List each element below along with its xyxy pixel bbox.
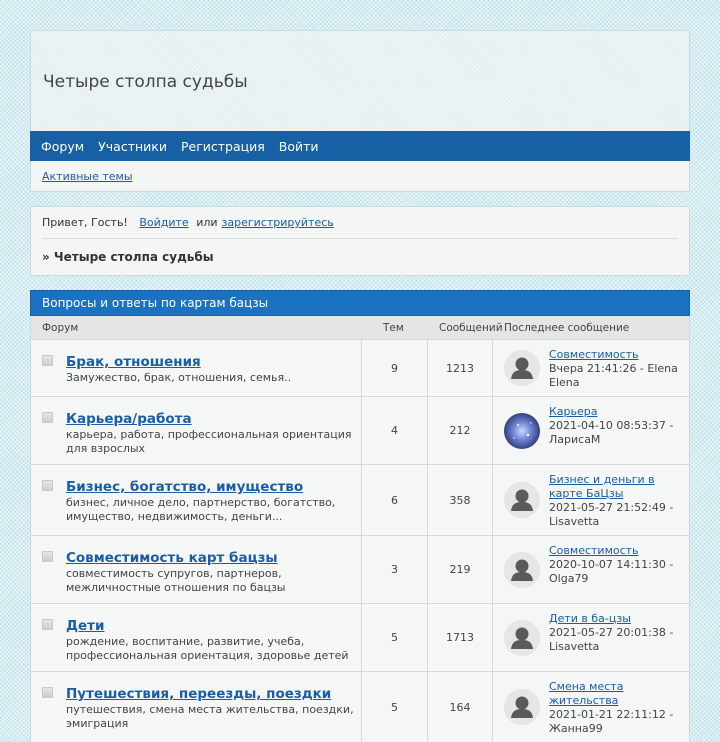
page-wrapper: Четыре столпа судьбы Форум Участники Рег…	[30, 30, 690, 742]
posts-count: 1713	[428, 604, 493, 671]
site-header: Четыре столпа судьбы	[30, 30, 690, 131]
nav-members[interactable]: Участники	[98, 139, 167, 154]
last-post-meta: 2021-05-27 20:01:38 - Lisavetta	[549, 626, 674, 653]
last-post-cell: Совместимость Вчера 21:41:26 - Elena Ele…	[493, 340, 689, 396]
last-post-link[interactable]: Совместимость	[549, 348, 685, 362]
last-post-meta: Вчера 21:41:26 - Elena Elena	[549, 362, 678, 389]
last-post-cell: Бизнес и деньги в карте БаЦзы 2021-05-27…	[493, 465, 689, 535]
last-post-link[interactable]: Бизнес и деньги в карте БаЦзы	[549, 473, 685, 501]
forum-description: путешествия, смена места жительства, пое…	[66, 703, 354, 730]
forum-cell: Карьера/работа карьера, работа, професси…	[31, 397, 362, 464]
forum-title-link[interactable]: Дети	[66, 618, 361, 634]
welcome-line: Привет, Гость! Войдите или зарегистрируй…	[42, 207, 678, 239]
forum-row: Совместимость карт бацзы совместимость с…	[30, 535, 690, 603]
site-title: Четыре столпа судьбы	[43, 72, 248, 92]
forum-list: Брак, отношения Замужество, брак, отноше…	[30, 339, 690, 742]
col-topics: Тем	[383, 321, 404, 334]
nav-forum[interactable]: Форум	[41, 139, 84, 154]
forum-cell: Бизнес, богатство, имущество бизнес, лич…	[31, 465, 362, 535]
posts-count: 219	[428, 536, 493, 603]
col-forum: Форум	[42, 321, 79, 334]
topics-count: 6	[362, 465, 428, 535]
topics-count: 4	[362, 397, 428, 464]
default-avatar-icon[interactable]	[504, 350, 540, 386]
default-avatar-icon[interactable]	[504, 619, 540, 656]
default-avatar-icon[interactable]	[504, 482, 540, 518]
forum-title-link[interactable]: Карьера/работа	[66, 411, 361, 427]
period-text: .	[329, 216, 334, 229]
col-posts: Сообщений	[439, 321, 503, 334]
forum-cell: Брак, отношения Замужество, брак, отноше…	[31, 340, 362, 396]
topics-count: 9	[362, 340, 428, 396]
forum-title-link[interactable]: Брак, отношения	[66, 354, 361, 370]
forum-title-link[interactable]: Бизнес, богатство, имущество	[66, 479, 361, 495]
forum-description: Замужество, брак, отношения, семья..	[66, 371, 292, 384]
topics-count: 3	[362, 536, 428, 603]
last-post-cell: Совместимость 2020-10-07 14:11:30 - Olga…	[493, 536, 689, 603]
last-post-link[interactable]: Смена места жительства	[549, 680, 685, 708]
forum-cell: Совместимость карт бацзы совместимость с…	[31, 536, 362, 603]
forum-status-icon	[42, 412, 53, 423]
forum-title-link[interactable]: Путешествия, переезды, поездки	[66, 686, 361, 702]
active-topics-link[interactable]: Активные темы	[42, 170, 133, 183]
last-post-meta: 2021-05-27 21:52:49 - Lisavetta	[549, 501, 674, 528]
last-post-cell: Карьера 2021-04-10 08:53:37 - ЛарисаМ	[493, 397, 689, 464]
posts-count: 358	[428, 465, 493, 535]
last-post-link[interactable]: Карьера	[549, 405, 685, 419]
register-link[interactable]: зарегистрируйтесь	[222, 216, 334, 229]
forum-row: Дети рождение, воспитание, развитие, уче…	[30, 603, 690, 671]
posts-count: 1213	[428, 340, 493, 396]
forum-row: Брак, отношения Замужество, брак, отноше…	[30, 339, 690, 396]
last-post-cell: Дети в ба-цзы 2021-05-27 20:01:38 - Lisa…	[493, 604, 689, 671]
nav-register[interactable]: Регистрация	[181, 139, 265, 154]
galaxy-avatar-image[interactable]	[504, 412, 540, 449]
forum-row: Путешествия, переезды, поездки путешеств…	[30, 671, 690, 742]
posts-count: 164	[428, 672, 493, 742]
last-post-cell: Смена места жительства 2021-01-21 22:11:…	[493, 672, 689, 742]
greeting-text: Привет, Гость!	[42, 216, 128, 229]
last-post-meta: 2020-10-07 14:11:30 - Olga79	[549, 558, 674, 585]
col-last-post: Последнее сообщение	[504, 321, 630, 334]
forum-description: карьера, работа, профессиональная ориент…	[66, 428, 352, 455]
forum-status-icon	[42, 687, 53, 698]
breadcrumb: » Четыре столпа судьбы	[42, 250, 214, 264]
forum-description: бизнес, личное дело, партнерство, богатс…	[66, 496, 336, 523]
welcome-box: Привет, Гость! Войдите или зарегистрируй…	[30, 206, 690, 276]
last-post-link[interactable]: Дети в ба-цзы	[549, 612, 685, 626]
category-title: Вопросы и ответы по картам бацзы	[30, 290, 690, 316]
forum-status-icon	[42, 619, 53, 630]
sub-navbar: Активные темы	[30, 161, 690, 192]
forum-cell: Путешествия, переезды, поездки путешеств…	[31, 672, 362, 742]
forum-row: Бизнес, богатство, имущество бизнес, лич…	[30, 464, 690, 535]
login-link[interactable]: Войдите	[139, 216, 188, 229]
forum-status-icon	[42, 355, 53, 366]
forum-description: совместимость супругов, партнеров, межли…	[66, 567, 286, 594]
posts-count: 212	[428, 397, 493, 464]
forum-status-icon	[42, 480, 53, 491]
forum-cell: Дети рождение, воспитание, развитие, уче…	[31, 604, 362, 671]
forum-description: рождение, воспитание, развитие, учеба, п…	[66, 635, 349, 662]
topics-count: 5	[362, 672, 428, 742]
default-avatar-icon[interactable]	[504, 551, 540, 588]
column-headers: Форум Тем Сообщений Последнее сообщение	[30, 316, 690, 339]
forum-row: Карьера/работа карьера, работа, професси…	[30, 396, 690, 464]
or-text: или	[196, 216, 218, 229]
last-post-meta: 2021-04-10 08:53:37 - ЛарисаМ	[549, 419, 674, 446]
forum-title-link[interactable]: Совместимость карт бацзы	[66, 550, 361, 566]
forum-status-icon	[42, 551, 53, 562]
topics-count: 5	[362, 604, 428, 671]
last-post-link[interactable]: Совместимость	[549, 544, 685, 558]
last-post-meta: 2021-01-21 22:11:12 - Жанна99	[549, 708, 674, 735]
nav-login[interactable]: Войти	[279, 139, 319, 154]
main-navbar: Форум Участники Регистрация Войти	[30, 131, 690, 161]
